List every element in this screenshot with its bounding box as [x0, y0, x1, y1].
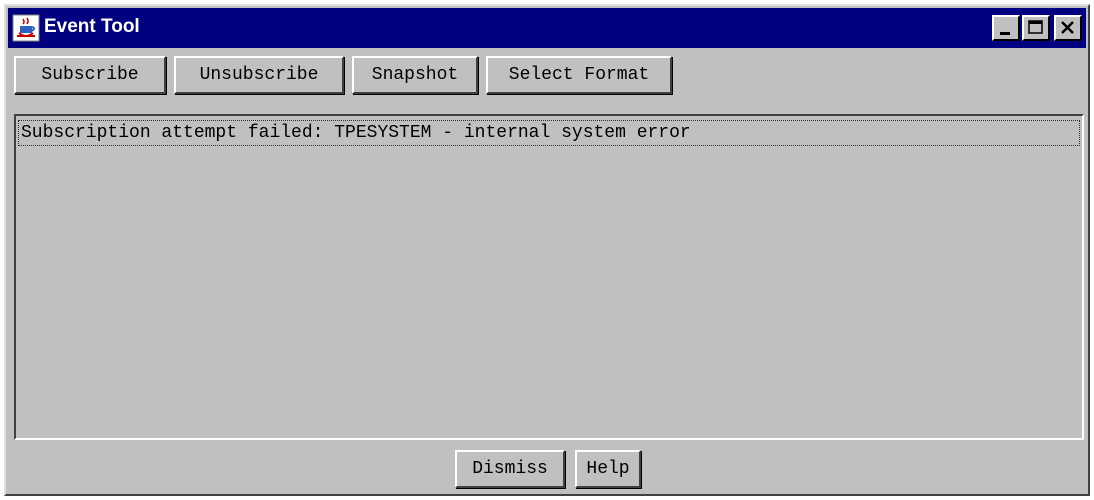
unsubscribe-button[interactable]: Unsubscribe: [174, 56, 344, 94]
minimize-icon: [1000, 32, 1010, 35]
java-app-icon[interactable]: [12, 14, 40, 42]
window-title: Event Tool: [44, 16, 140, 37]
message-list-item[interactable]: Subscription attempt failed: TPESYSTEM -…: [18, 120, 1080, 146]
maximize-icon: [1028, 20, 1043, 34]
footer-button-bar: Dismiss Help: [6, 450, 1088, 490]
title-bar[interactable]: Event Tool: [8, 8, 1086, 48]
select-format-button[interactable]: Select Format: [486, 56, 672, 94]
subscribe-button[interactable]: Subscribe: [14, 56, 166, 94]
snapshot-button[interactable]: Snapshot: [352, 56, 478, 94]
dismiss-button[interactable]: Dismiss: [455, 450, 565, 488]
close-button[interactable]: [1054, 15, 1082, 41]
close-icon: [1061, 21, 1074, 34]
minimize-button[interactable]: [992, 15, 1020, 41]
help-button[interactable]: Help: [575, 450, 641, 488]
maximize-button[interactable]: [1022, 15, 1050, 41]
event-tool-window: Event Tool Subscribe Unsubscribe Snapsho…: [4, 4, 1090, 496]
event-message-list[interactable]: Subscription attempt failed: TPESYSTEM -…: [14, 114, 1084, 440]
